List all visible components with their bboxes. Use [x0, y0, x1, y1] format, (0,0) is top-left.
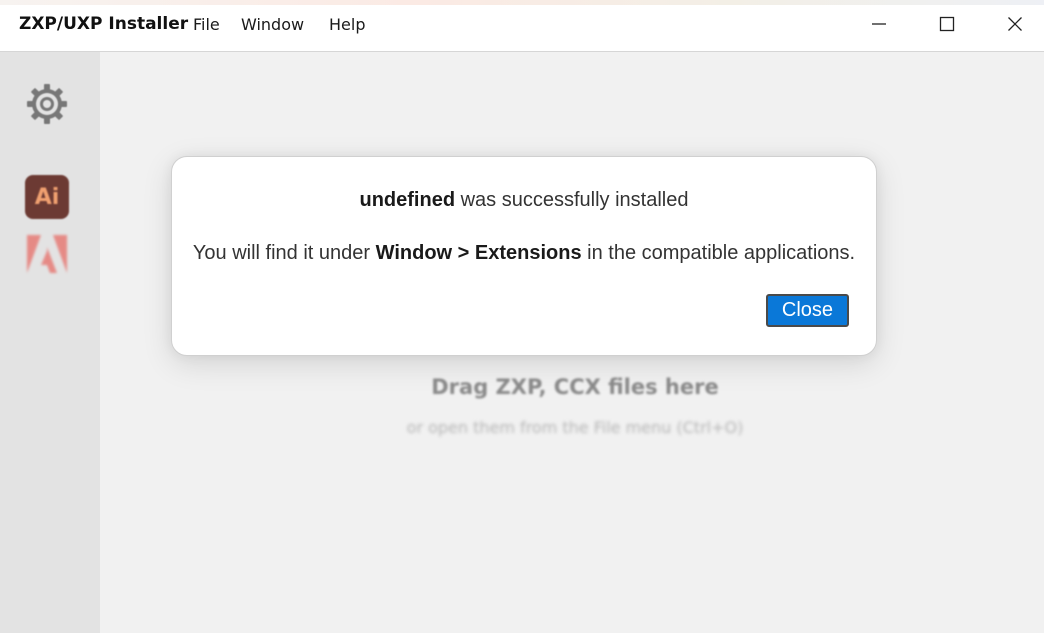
- menu-help[interactable]: Help: [329, 15, 365, 34]
- dialog-message-body: You will find it under Window > Extensio…: [172, 242, 876, 265]
- extension-name: undefined: [359, 189, 456, 211]
- close-icon: [1008, 17, 1022, 31]
- install-success-dialog: undefined was successfully installed You…: [171, 156, 877, 356]
- drop-zone-subtitle: or open them from the File menu (Ctrl+O): [406, 418, 744, 437]
- dialog-message-title-text: was successfully installed: [455, 189, 689, 211]
- dialog-body-prefix: You will find it under: [192, 242, 376, 264]
- minimize-icon: [872, 23, 886, 25]
- installer-window: ZXP/UXP Installer File Window Help Ai Dr…: [0, 0, 1044, 633]
- menu-window[interactable]: Window: [241, 15, 304, 34]
- maximize-button[interactable]: [924, 8, 970, 40]
- adobe-logo-icon[interactable]: [25, 233, 69, 277]
- menu-file[interactable]: File: [193, 15, 220, 34]
- menu-path: Window > Extensions: [375, 242, 582, 264]
- sidebar: Ai: [0, 52, 100, 633]
- app-title: ZXP/UXP Installer: [19, 14, 189, 34]
- close-window-button[interactable]: [992, 8, 1038, 40]
- dialog-body-suffix: in the compatible applications.: [581, 242, 856, 264]
- gear-icon[interactable]: [25, 82, 69, 126]
- close-button[interactable]: Close: [766, 294, 849, 327]
- dialog-message-title: undefined was successfully installed: [172, 189, 876, 212]
- minimize-button[interactable]: [856, 8, 902, 40]
- drop-zone-title: Drag ZXP, CCX files here: [431, 375, 719, 399]
- title-bar-accent: [0, 0, 1044, 5]
- title-bar: ZXP/UXP Installer File Window Help: [0, 0, 1044, 52]
- illustrator-icon-label: Ai: [34, 184, 60, 210]
- maximize-icon: [939, 16, 955, 32]
- illustrator-icon[interactable]: Ai: [25, 175, 69, 219]
